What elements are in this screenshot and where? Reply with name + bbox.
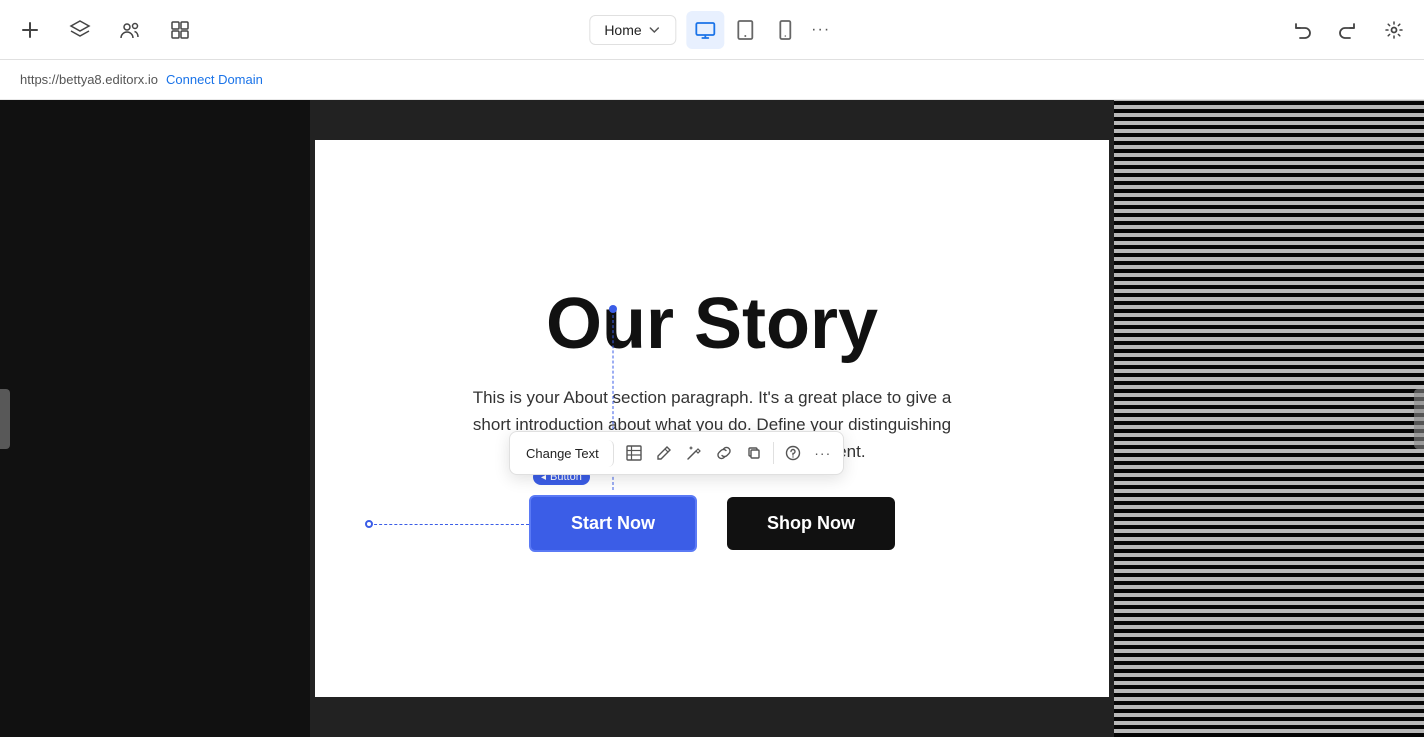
pages-button[interactable]	[162, 12, 198, 48]
toolbar-center: Home ···	[589, 11, 834, 49]
top-toolbar: Home ···	[0, 0, 1424, 60]
dashed-top-dot	[609, 305, 617, 313]
more-dots-icon: ···	[814, 445, 831, 461]
layers-button[interactable]	[62, 12, 98, 48]
undo-button[interactable]	[1284, 12, 1320, 48]
buttons-row: ◂ Button Change Text	[529, 495, 895, 552]
toolbar-left	[12, 12, 198, 48]
start-btn-container: ◂ Button Change Text	[529, 495, 697, 552]
view-icons: ···	[687, 11, 835, 49]
address-bar: https://bettya8.editorx.io Connect Domai…	[0, 60, 1424, 100]
start-now-button[interactable]: Start Now	[529, 495, 697, 552]
redo-button[interactable]	[1330, 12, 1366, 48]
content-panel: Our Story This is your About section par…	[315, 140, 1109, 697]
team-button[interactable]	[112, 12, 148, 48]
mobile-view-button[interactable]	[767, 11, 805, 49]
story-title: Our Story	[546, 285, 878, 364]
shop-now-button[interactable]: Shop Now	[727, 497, 895, 550]
bg-stripes	[1114, 100, 1424, 737]
scroll-handle-right[interactable]	[1414, 389, 1424, 449]
add-button[interactable]	[12, 12, 48, 48]
site-url: https://bettya8.editorx.io	[20, 72, 158, 87]
canvas-area: Our Story This is your About section par…	[0, 100, 1424, 737]
page-name: Home	[604, 22, 641, 38]
scroll-handle-left[interactable]	[0, 389, 10, 449]
more-options-button[interactable]: ···	[807, 12, 835, 48]
connect-domain-link[interactable]: Connect Domain	[166, 72, 263, 87]
toolbar-popup: Change Text	[509, 431, 844, 475]
toolbar-right	[1284, 12, 1412, 48]
table-toolbar-icon[interactable]	[620, 439, 648, 467]
bg-right-panel	[1114, 100, 1424, 737]
tablet-view-button[interactable]	[727, 11, 765, 49]
page-selector[interactable]: Home	[589, 15, 676, 45]
desktop-view-button[interactable]	[687, 11, 725, 49]
change-text-button[interactable]: Change Text	[516, 440, 614, 467]
bg-left-panel	[0, 100, 310, 737]
more-icon: ···	[811, 21, 830, 39]
selection-line-dot	[365, 520, 373, 528]
pen-toolbar-icon[interactable]	[650, 439, 678, 467]
more-toolbar-icon[interactable]: ···	[809, 439, 837, 467]
help-toolbar-icon[interactable]	[779, 439, 807, 467]
link-toolbar-icon[interactable]	[710, 439, 738, 467]
toolbar-divider	[773, 442, 774, 464]
selection-line	[369, 524, 529, 525]
settings-button[interactable]	[1376, 12, 1412, 48]
copy-toolbar-icon[interactable]	[740, 439, 768, 467]
wand-toolbar-icon[interactable]	[680, 439, 708, 467]
